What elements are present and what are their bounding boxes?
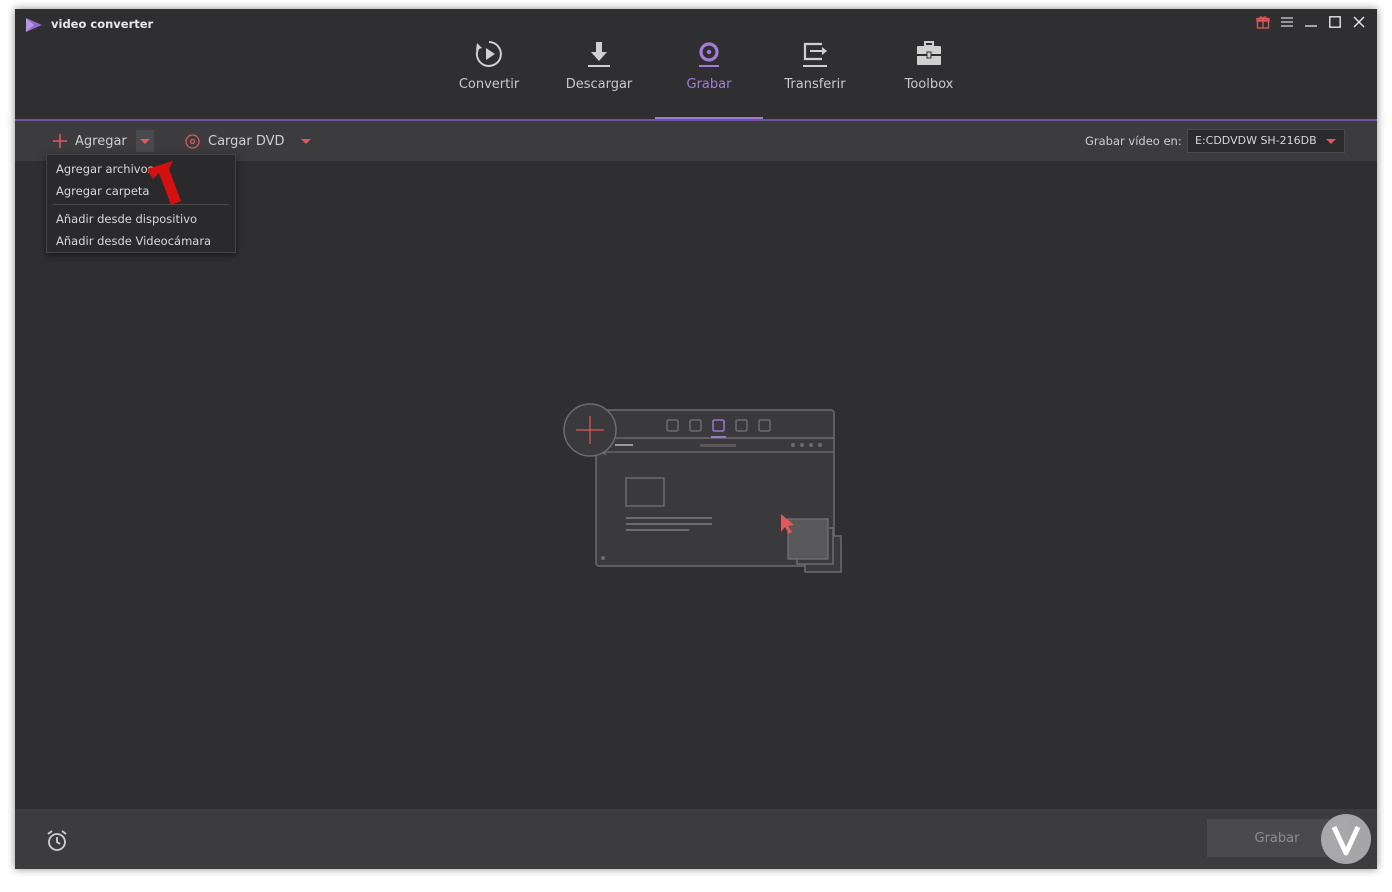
menu-item-add-device[interactable]: Añadir desde dispositivo xyxy=(56,212,197,226)
chevron-down-icon xyxy=(1326,139,1336,144)
menu-divider xyxy=(53,204,229,205)
main-nav: Convertir Descargar Grabar Transferir To… xyxy=(15,9,1377,120)
annotation-arrow-icon xyxy=(147,161,181,205)
burn-target-label: Grabar vídeo en: xyxy=(1085,134,1182,148)
tab-label: Toolbox xyxy=(904,77,954,92)
tab-descargar[interactable]: Descargar xyxy=(545,9,653,119)
tab-label: Grabar xyxy=(686,77,732,92)
burn-target-select[interactable]: E:CDDVDW SH-216DB xyxy=(1187,129,1345,153)
tab-transferir[interactable]: Transferir xyxy=(761,9,869,119)
convert-icon xyxy=(474,39,504,69)
alarm-clock-icon[interactable] xyxy=(45,829,69,853)
footer-bar: Grabar xyxy=(15,809,1377,869)
load-dvd-label: Cargar DVD xyxy=(208,133,285,149)
add-dropdown-toggle[interactable] xyxy=(136,130,154,152)
app-window: video converter Convertir Descargar Grab… xyxy=(15,9,1377,869)
add-dropdown-menu: Agregar archivos... Agregar carpeta Añad… xyxy=(46,154,236,253)
burn-icon xyxy=(694,39,724,69)
transfer-icon xyxy=(800,39,830,69)
tab-convertir[interactable]: Convertir xyxy=(435,9,543,119)
watermark-logo-icon xyxy=(1321,814,1371,864)
chevron-down-icon xyxy=(140,138,150,144)
tab-label: Transferir xyxy=(784,77,846,92)
download-icon xyxy=(584,39,614,69)
tab-grabar[interactable]: Grabar xyxy=(655,9,763,119)
tab-label: Convertir xyxy=(458,77,520,92)
menu-item-add-camcorder[interactable]: Añadir desde Videocámara xyxy=(56,234,211,248)
chevron-down-icon[interactable] xyxy=(300,138,311,144)
toolbox-icon xyxy=(914,39,944,69)
burn-target-value: E:CDDVDW SH-216DB xyxy=(1195,134,1317,147)
tab-label: Descargar xyxy=(565,77,633,92)
plus-icon xyxy=(53,134,67,148)
add-files-illustration-icon[interactable] xyxy=(545,394,845,579)
tab-toolbox[interactable]: Toolbox xyxy=(875,9,983,119)
add-button-label: Agregar xyxy=(75,133,127,149)
title-bar: video converter Convertir Descargar Grab… xyxy=(15,9,1377,120)
disc-icon xyxy=(185,133,200,149)
menu-item-add-folder[interactable]: Agregar carpeta xyxy=(56,184,149,198)
